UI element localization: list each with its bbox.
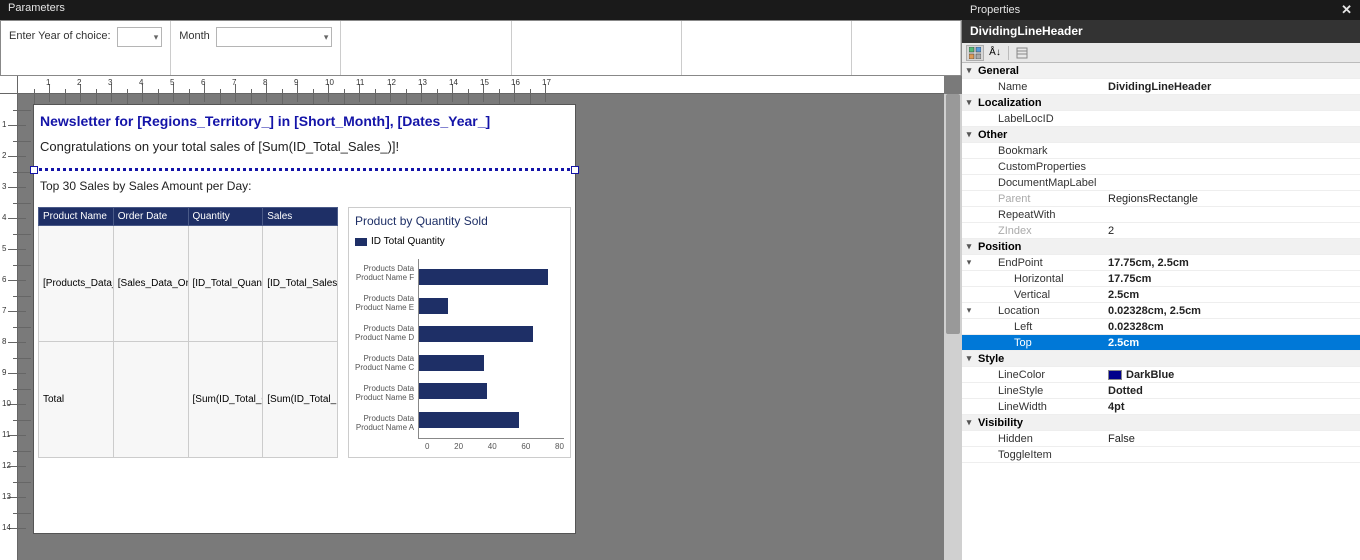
prop-row[interactable]: HiddenFalse xyxy=(962,431,1360,447)
expand-icon[interactable]: ▾ xyxy=(962,353,976,364)
prop-row[interactable]: ▾Location0.02328cm, 2.5cm xyxy=(962,303,1360,319)
expand-icon[interactable]: ▾ xyxy=(962,97,976,108)
chart-bar xyxy=(419,355,483,371)
chart-category-label: Products DataProduct Name B xyxy=(355,385,414,403)
table-row[interactable]: Total[Sum(ID_Total_Q[Sum(ID_Total_ xyxy=(39,342,338,458)
expand-icon[interactable]: ▾ xyxy=(962,129,976,140)
chart-category-label: Products DataProduct Name C xyxy=(355,355,414,373)
chart-xaxis: 020406080 xyxy=(425,439,564,451)
chart-bar xyxy=(419,412,519,428)
report-page[interactable]: Newsletter for [Regions_Territory_] in [… xyxy=(33,104,576,534)
ruler-vertical: 1234567891011121314 xyxy=(0,94,18,560)
parameters-title: Parameters xyxy=(0,0,962,20)
table-header[interactable]: Product Name xyxy=(39,208,114,226)
prop-row[interactable]: Horizontal17.75cm xyxy=(962,271,1360,287)
designer-surface[interactable]: 1234567891011121314151617 12345678910111… xyxy=(0,76,962,560)
properties-title: Properties xyxy=(970,4,1020,16)
legend-label: ID Total Quantity xyxy=(371,236,445,247)
ruler-corner xyxy=(0,76,18,94)
prop-category[interactable]: ▾Position xyxy=(962,239,1360,255)
legend-swatch xyxy=(355,238,367,246)
prop-row[interactable]: LineStyleDotted xyxy=(962,383,1360,399)
chart-bar xyxy=(419,269,548,285)
prop-row[interactable]: Vertical2.5cm xyxy=(962,287,1360,303)
sales-table[interactable]: Product NameOrder DateQuantitySales [Pro… xyxy=(38,207,338,458)
expand-icon[interactable]: ▾ xyxy=(962,241,976,252)
properties-grid[interactable]: ▾GeneralNameDividingLineHeader▾Localizat… xyxy=(962,63,1360,560)
table-row[interactable]: [Products_Data_[Sales_Data_Or[ID_Total_Q… xyxy=(39,226,338,342)
parameters-strip: Enter Year of choice: ▾ Month ▾ xyxy=(0,20,962,76)
alphabetical-button[interactable]: Å↓ xyxy=(986,45,1004,61)
expand-icon[interactable]: ▾ xyxy=(962,65,976,76)
chart-title: Product by Quantity Sold xyxy=(355,214,564,228)
chart-card[interactable]: Product by Quantity Sold ID Total Quanti… xyxy=(348,207,571,458)
congrats-text[interactable]: Congratulations on your total sales of [… xyxy=(34,135,575,158)
properties-toolbar: Å↓ xyxy=(962,43,1360,63)
prop-category[interactable]: ▾Localization xyxy=(962,95,1360,111)
scroll-thumb[interactable] xyxy=(946,94,960,334)
prop-row[interactable]: LineWidth4pt xyxy=(962,399,1360,415)
table-header[interactable]: Sales xyxy=(263,208,338,226)
param-label-year: Enter Year of choice: xyxy=(9,27,111,42)
scrollbar-vertical[interactable] xyxy=(944,94,962,560)
page-title[interactable]: Newsletter for [Regions_Territory_] in [… xyxy=(34,105,575,135)
prop-row[interactable]: ParentRegionsRectangle xyxy=(962,191,1360,207)
prop-row[interactable]: RepeatWith xyxy=(962,207,1360,223)
prop-row[interactable]: ZIndex2 xyxy=(962,223,1360,239)
prop-row[interactable]: CustomProperties xyxy=(962,159,1360,175)
param-input-month[interactable] xyxy=(216,27,333,47)
prop-row[interactable]: Top2.5cm xyxy=(962,335,1360,351)
chart-bars xyxy=(418,259,564,439)
prop-row[interactable]: DocumentMapLabel xyxy=(962,175,1360,191)
chart-bar xyxy=(419,326,533,342)
chart-legend: ID Total Quantity xyxy=(355,236,564,247)
prop-row[interactable]: Bookmark xyxy=(962,143,1360,159)
prop-category[interactable]: ▾Other xyxy=(962,127,1360,143)
section-title[interactable]: Top 30 Sales by Sales Amount per Day: xyxy=(34,175,575,207)
param-input-year[interactable] xyxy=(117,27,163,47)
param-label-month: Month xyxy=(179,27,210,42)
chart-bar xyxy=(419,383,487,399)
table-header[interactable]: Order Date xyxy=(113,208,188,226)
chart-bar xyxy=(419,298,448,314)
categorized-button[interactable] xyxy=(966,45,984,61)
chart-category-label: Products DataProduct Name D xyxy=(355,325,414,343)
chart-category-label: Products DataProduct Name F xyxy=(355,265,414,283)
properties-object-name: DividingLineHeader xyxy=(962,20,1360,43)
table-header[interactable]: Quantity xyxy=(188,208,263,226)
prop-row[interactable]: LabelLocID xyxy=(962,111,1360,127)
ruler-horizontal: 1234567891011121314151617 xyxy=(18,76,944,94)
property-pages-button[interactable] xyxy=(1013,45,1031,61)
prop-row[interactable]: LineColorDarkBlue xyxy=(962,367,1360,383)
prop-row[interactable]: Left0.02328cm xyxy=(962,319,1360,335)
expand-icon[interactable]: ▾ xyxy=(962,305,976,316)
chart-category-label: Products DataProduct Name E xyxy=(355,295,414,313)
prop-category[interactable]: ▾Visibility xyxy=(962,415,1360,431)
dividing-line-header[interactable] xyxy=(34,168,575,171)
prop-category[interactable]: ▾Style xyxy=(962,351,1360,367)
prop-category[interactable]: ▾General xyxy=(962,63,1360,79)
expand-icon[interactable]: ▾ xyxy=(962,417,976,428)
prop-row[interactable]: ▾EndPoint17.75cm, 2.5cm xyxy=(962,255,1360,271)
chart-category-label: Products DataProduct Name A xyxy=(355,415,414,433)
prop-row[interactable]: ToggleItem xyxy=(962,447,1360,463)
close-icon[interactable]: ✕ xyxy=(1341,2,1352,18)
expand-icon[interactable]: ▾ xyxy=(962,257,976,268)
prop-row[interactable]: NameDividingLineHeader xyxy=(962,79,1360,95)
